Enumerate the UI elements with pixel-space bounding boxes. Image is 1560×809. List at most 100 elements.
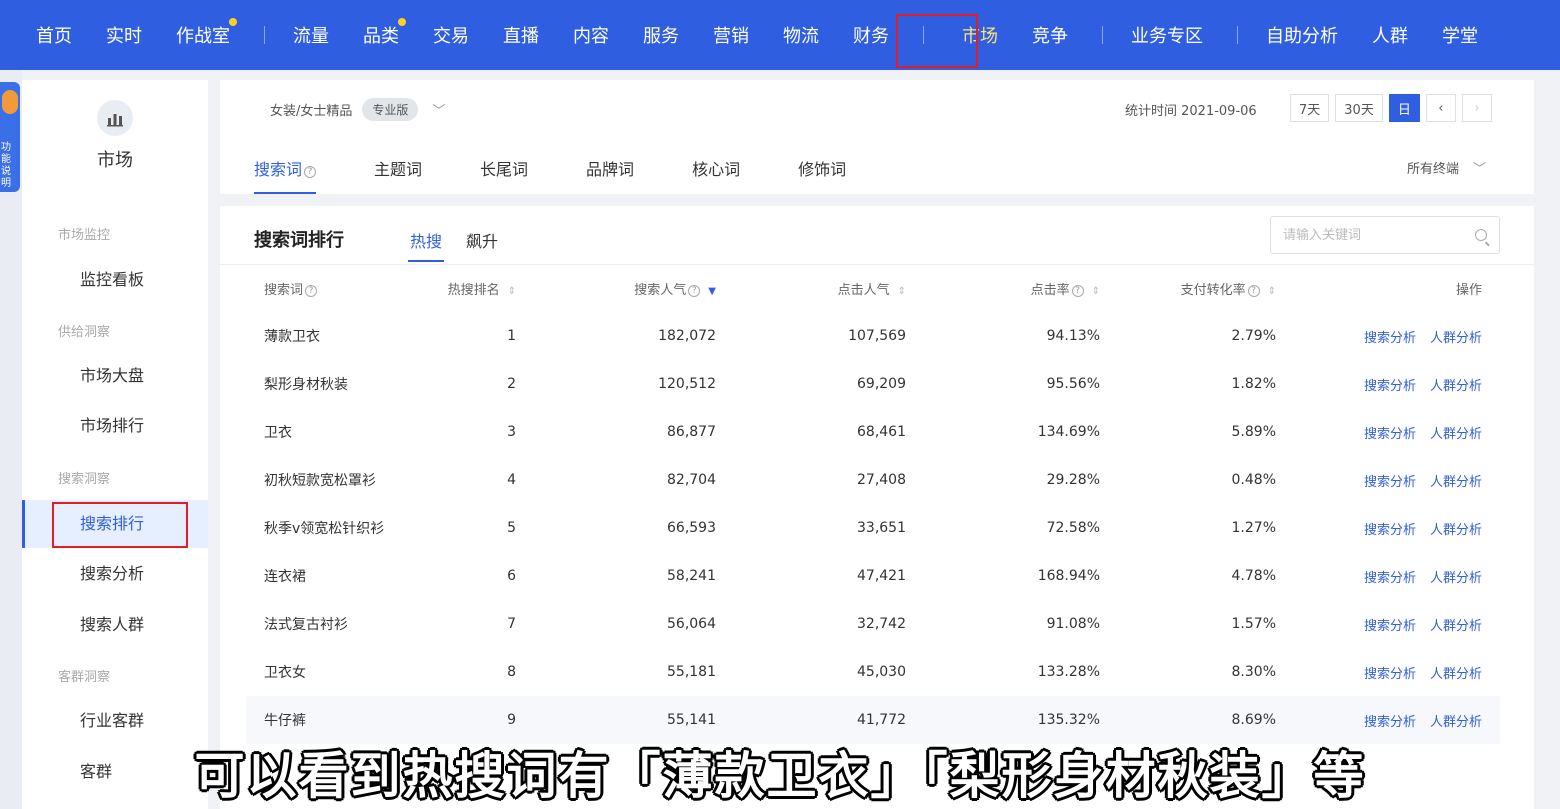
new-badge-dot [398, 18, 406, 26]
sort-desc-icon[interactable]: ▼ [708, 286, 716, 297]
sort-icon[interactable]: ⇕ [508, 286, 516, 297]
help-icon[interactable]: ? [1247, 284, 1260, 297]
cell-actions: 搜索分析 人群分析 [1306, 312, 1500, 360]
chevron-left-icon[interactable]: ‹ [1425, 94, 1456, 122]
sort-icon[interactable]: ⇕ [1268, 286, 1276, 297]
help-icon[interactable]: ? [688, 284, 701, 297]
nav-service[interactable]: 服务 [643, 22, 679, 48]
sort-icon[interactable]: ⇕ [898, 286, 906, 297]
range-day-button[interactable]: 日 [1388, 94, 1420, 122]
search-analysis-link[interactable]: 搜索分析 [1364, 427, 1416, 442]
crowd-analysis-link[interactable]: 人群分析 [1430, 475, 1482, 490]
search-analysis-link[interactable]: 搜索分析 [1364, 379, 1416, 394]
crowd-analysis-link[interactable]: 人群分析 [1430, 571, 1482, 586]
sidebar-item-search-crowd[interactable]: 搜索人群 [22, 601, 208, 649]
nav-finance[interactable]: 财务 [853, 22, 889, 48]
nav-war-room[interactable]: 作战室 [176, 18, 237, 48]
crowd-analysis-link[interactable]: 人群分析 [1430, 667, 1482, 682]
nav-live[interactable]: 直播 [503, 22, 539, 48]
crowd-analysis-link[interactable]: 人群分析 [1430, 715, 1482, 730]
nav-academy[interactable]: 学堂 [1442, 22, 1478, 48]
search-analysis-link[interactable]: 搜索分析 [1364, 571, 1416, 586]
sidebar-item-market-overview[interactable]: 市场大盘 [22, 352, 208, 400]
col-search-word: 搜索词? [246, 264, 426, 312]
cell-pay-conversion: 1.82% [1231, 376, 1276, 392]
col-search-word-label: 搜索词 [264, 282, 304, 298]
nav-divider [1102, 26, 1103, 44]
keyword-search-input[interactable] [1283, 227, 1463, 243]
chevron-right-icon[interactable]: › [1461, 94, 1492, 122]
range-30-days-button[interactable]: 30天 [1335, 94, 1383, 122]
crowd-analysis-link[interactable]: 人群分析 [1430, 331, 1482, 346]
tab-brand-words[interactable]: 品牌词 [586, 140, 634, 194]
nav-category-label: 品类 [363, 26, 399, 47]
nav-competition[interactable]: 竞争 [1032, 22, 1068, 48]
cell-search-word: 法式复古衬衫 [264, 617, 348, 633]
nav-content[interactable]: 内容 [573, 22, 609, 48]
nav-divider [1237, 26, 1238, 44]
col-pay-conversion[interactable]: 支付转化率? ⇕ [1130, 264, 1306, 312]
search-analysis-link[interactable]: 搜索分析 [1364, 475, 1416, 490]
cell-hot-rank: 7 [507, 616, 516, 632]
nav-trade[interactable]: 交易 [433, 22, 469, 48]
sort-icon[interactable]: ⇕ [1092, 286, 1100, 297]
terminal-selector[interactable]: 所有终端 ﹀ [1407, 158, 1486, 177]
nav-traffic[interactable]: 流量 [293, 22, 329, 48]
help-mascot[interactable]: 功能说明 [0, 82, 20, 192]
search-analysis-link[interactable]: 搜索分析 [1364, 523, 1416, 538]
cell-search-popularity: 56,064 [667, 616, 716, 632]
cell-ctr: 91.08% [1046, 616, 1100, 632]
cell-search-popularity: 66,593 [667, 520, 716, 536]
sidebar: 市场 市场监控 监控看板 供给洞察 市场大盘 市场排行 搜索洞察 搜索排行 搜索… [22, 80, 208, 809]
nav-realtime[interactable]: 实时 [106, 22, 142, 48]
cell-hot-rank: 8 [507, 664, 516, 680]
tab-rising[interactable]: 飙升 [466, 228, 498, 262]
col-hot-rank[interactable]: 热搜排名 ⇕ [426, 264, 546, 312]
sidebar-header: 市场 [22, 100, 208, 172]
crowd-analysis-link[interactable]: 人群分析 [1430, 427, 1482, 442]
search-icon[interactable] [1475, 229, 1487, 241]
cell-hot-rank: 3 [507, 424, 516, 440]
tab-modifier-words[interactable]: 修饰词 [798, 140, 846, 194]
nav-crowd[interactable]: 人群 [1372, 22, 1408, 48]
sidebar-item-monitor-board[interactable]: 监控看板 [22, 256, 208, 304]
help-icon[interactable]: ? [305, 284, 318, 297]
cell-search-popularity: 58,241 [667, 568, 716, 584]
sidebar-item-market-rank[interactable]: 市场排行 [22, 402, 208, 450]
col-ctr[interactable]: 点击率? ⇕ [936, 264, 1130, 312]
tab-topic-words[interactable]: 主题词 [374, 140, 422, 194]
help-icon[interactable]: ? [1071, 284, 1084, 297]
crowd-analysis-link[interactable]: 人群分析 [1430, 379, 1482, 394]
nav-home[interactable]: 首页 [36, 22, 72, 48]
nav-logistics[interactable]: 物流 [783, 22, 819, 48]
nav-self-analysis[interactable]: 自助分析 [1266, 22, 1338, 48]
nav-marketing[interactable]: 营销 [713, 22, 749, 48]
help-icon[interactable]: ? [304, 166, 317, 178]
sidebar-item-search-analysis[interactable]: 搜索分析 [22, 550, 208, 598]
tab-core-words[interactable]: 核心词 [692, 140, 740, 194]
crowd-analysis-link[interactable]: 人群分析 [1430, 523, 1482, 538]
tab-long-tail-words[interactable]: 长尾词 [480, 140, 528, 194]
search-analysis-link[interactable]: 搜索分析 [1364, 667, 1416, 682]
cell-search-word: 卫衣 [264, 425, 292, 441]
search-analysis-link[interactable]: 搜索分析 [1364, 331, 1416, 346]
search-analysis-link[interactable]: 搜索分析 [1364, 715, 1416, 730]
tab-search-words-label: 搜索词 [254, 160, 303, 179]
cell-ctr: 134.69% [1037, 424, 1100, 440]
crowd-analysis-link[interactable]: 人群分析 [1430, 619, 1482, 634]
cell-search-word: 梨形身材秋装 [264, 377, 348, 393]
nav-business-zone[interactable]: 业务专区 [1131, 22, 1203, 48]
category-selector[interactable]: 女装/女士精品 专业版 ﹀ [270, 98, 445, 121]
col-click-popularity[interactable]: 点击人气 ⇕ [746, 264, 936, 312]
cell-search-word: 连衣裙 [264, 569, 306, 585]
search-analysis-link[interactable]: 搜索分析 [1364, 619, 1416, 634]
mascot-icon [2, 90, 18, 114]
range-7-days-button[interactable]: 7天 [1290, 94, 1330, 122]
nav-category[interactable]: 品类 [363, 18, 406, 48]
filter-card: 女装/女士精品 专业版 ﹀ 统计时间 2021-09-06 7天 30天 日 ‹… [220, 80, 1534, 194]
sidebar-title: 市场 [97, 150, 133, 171]
tab-search-words[interactable]: 搜索词? [254, 140, 317, 194]
tab-hot-search[interactable]: 热搜 [407, 228, 445, 262]
chevron-down-icon[interactable]: ﹀ [432, 100, 445, 119]
col-search-popularity[interactable]: 搜索人气? ▼ [546, 264, 746, 312]
